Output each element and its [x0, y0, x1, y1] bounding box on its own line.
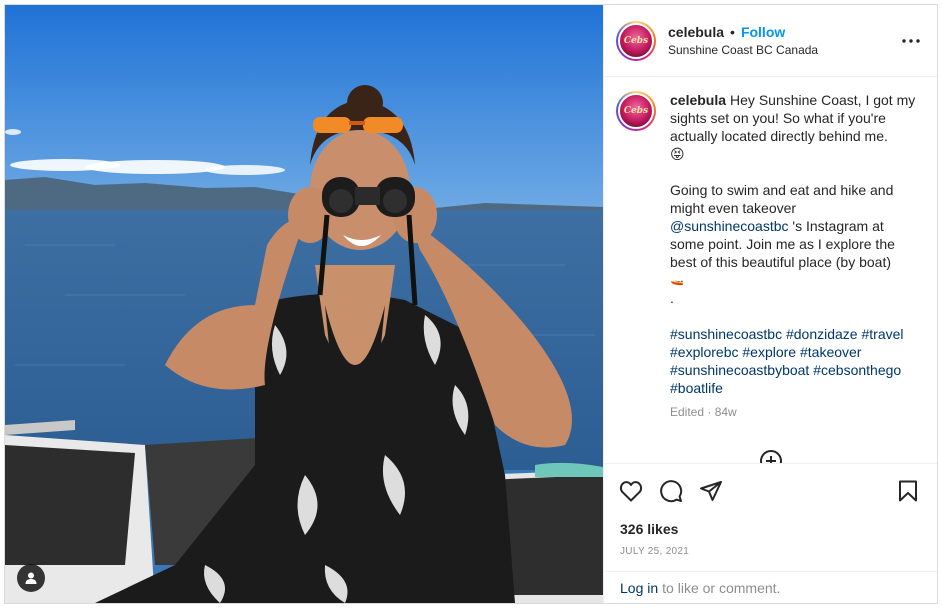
photo-illustration [5, 5, 603, 603]
username-link[interactable]: celebula [668, 24, 724, 40]
hashtag-link[interactable]: #donzidaze [786, 326, 858, 342]
caption-line: sights set on you! So what if you're [670, 110, 886, 126]
caption-avatar[interactable]: Cebs [616, 91, 656, 131]
follow-button[interactable]: Follow [741, 24, 785, 40]
more-options-button[interactable] [899, 29, 923, 53]
hashtag-link[interactable]: #cebsonthego [813, 362, 901, 378]
hashtag-link[interactable]: #sunshinecoastbyboat [670, 362, 809, 378]
comment-button[interactable] [658, 478, 684, 504]
heart-icon [619, 480, 643, 501]
hashtag-link[interactable]: #travel [861, 326, 903, 342]
comments-section: Cebs celebula Hey Sunshine Coast, I got m… [604, 77, 937, 463]
share-button[interactable] [698, 478, 724, 504]
load-more-comments-button[interactable] [759, 449, 783, 463]
save-button[interactable] [895, 478, 921, 504]
mention-link[interactable]: @sunshinecoastbc [670, 218, 789, 234]
hashtag-link[interactable]: #takeover [800, 344, 861, 360]
caption-period: . [670, 290, 674, 306]
caption-username-link[interactable]: celebula [670, 92, 726, 108]
edited-timestamp: Edited · 84w [670, 405, 737, 419]
user-icon [25, 572, 37, 584]
caption-text: celebula Hey Sunshine Coast, I got my sig… [670, 91, 921, 421]
post-date[interactable]: JULY 25, 2021 [604, 541, 937, 571]
caption-line: 's Instagram at [788, 218, 884, 234]
tagged-users-button[interactable] [17, 564, 45, 592]
hashtag-link[interactable]: #explore [742, 344, 796, 360]
caption: Cebs celebula Hey Sunshine Coast, I got m… [616, 91, 921, 421]
avatar[interactable]: Cebs [616, 20, 656, 61]
hashtag-link[interactable]: #boatlife [670, 380, 723, 396]
hashtag-link[interactable]: #explorebc [670, 344, 739, 360]
location-link[interactable]: Sunshine Coast BC Canada [668, 43, 899, 57]
caption-line: might even takeover [670, 200, 797, 216]
post-header: Cebs celebula • Follow Sunshine Coast BC… [604, 5, 937, 77]
caption-line: Going to swim and eat and hike and [670, 182, 894, 198]
caption-line: Hey Sunshine Coast, I got my [730, 92, 916, 108]
bookmark-icon [899, 480, 917, 501]
caption-line: some point. Join me as I explore the [670, 236, 895, 252]
post-side-panel: Cebs celebula • Follow Sunshine Coast BC… [603, 5, 937, 603]
caption-line: actually located directly behind me. [670, 128, 888, 144]
hashtag-line: #boatlife [670, 379, 921, 397]
post-dialog: Cebs celebula • Follow Sunshine Coast BC… [4, 4, 938, 604]
share-icon [700, 480, 722, 501]
hashtag-line: #explorebc #explore #takeover [670, 343, 921, 361]
login-prompt-text: to like or comment. [662, 579, 781, 596]
emoji: 😝 [670, 146, 685, 162]
post-photo[interactable] [5, 5, 603, 603]
comment-icon [660, 479, 683, 502]
login-link[interactable]: Log in [620, 580, 658, 596]
avatar-logo-text: Cebs [623, 35, 649, 46]
separator-dot: • [730, 24, 735, 40]
hashtag-link[interactable]: #sunshinecoastbc [670, 326, 782, 342]
likes-count[interactable]: 326 likes [604, 517, 937, 541]
boat-emoji: 🚤 [670, 274, 684, 286]
hashtag-line: #sunshinecoastbyboat #cebsonthego [670, 361, 921, 379]
login-prompt: Log in to like or comment. [604, 571, 937, 603]
caption-avatar-logo-text: Cebs [623, 106, 649, 116]
plus-circle-icon [760, 450, 782, 463]
action-bar [604, 463, 937, 517]
hashtag-line: #sunshinecoastbc #donzidaze #travel [670, 325, 921, 343]
like-button[interactable] [618, 478, 644, 504]
more-icon [902, 38, 920, 43]
caption-line: best of this beautiful place (by boat) [670, 254, 892, 270]
